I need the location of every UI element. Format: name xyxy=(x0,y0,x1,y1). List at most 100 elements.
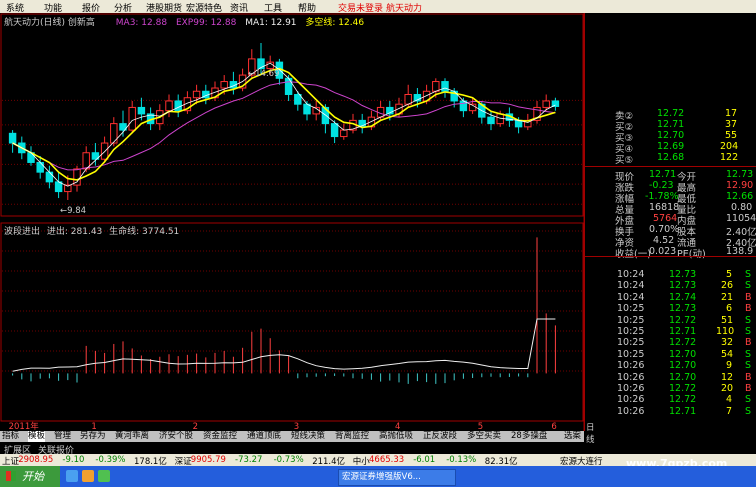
explorer-quicklaunch-icon[interactable] xyxy=(82,470,94,482)
candle-body xyxy=(36,161,44,173)
bid-row[interactable]: 买⑤ 12.68 122 xyxy=(585,152,756,166)
quote-cell: 12.66 xyxy=(726,191,754,202)
quote-cell: 5 xyxy=(726,269,733,280)
menu-bar: 系统 功能 报价 分析 港股期货 宏源特色 资讯 工具 帮助 交易未登录 航天动… xyxy=(0,0,756,14)
kline-chart[interactable]: 12.9212.1638.2%10.9419.1%9.7120000175001… xyxy=(0,13,584,431)
x-axis-label: 2 xyxy=(193,422,198,431)
quote-cell: 12.90 xyxy=(726,180,754,191)
indicator-tab[interactable]: 黄河乖离 xyxy=(115,431,149,442)
quote-cell: 26 xyxy=(721,280,734,292)
exp99-value: EXP99: 12.88 xyxy=(175,18,237,28)
indicator-tab[interactable]: 管理 xyxy=(54,431,71,442)
quote-cell: 11054 xyxy=(726,213,756,224)
quote-cell: 12 xyxy=(721,371,734,383)
stat-row[interactable]: 外盘 5764 内盘 11054 xyxy=(585,213,756,227)
candle-body xyxy=(542,100,550,108)
taskbar-item-hongyuan[interactable]: 宏源证券增强版V6... xyxy=(338,469,456,486)
stat-row[interactable]: 换手 0.70% 股本 2.40亿 xyxy=(585,224,756,238)
indicator-tab[interactable]: 正反波段 xyxy=(423,431,457,442)
quote-cell: 4.52 xyxy=(653,235,675,246)
tick-row[interactable]: 10:24 12.74 21 B xyxy=(585,292,756,303)
quote-cell: 12.72 xyxy=(669,337,697,349)
quote-cell: 12.73 xyxy=(669,280,697,292)
ie-quicklaunch-icon[interactable] xyxy=(66,470,78,482)
tick-row[interactable]: 10:25 12.70 54 S xyxy=(585,349,756,360)
quote-cell: 10:26 xyxy=(617,383,645,394)
indicator-tab[interactable]: 另存为 xyxy=(80,431,106,442)
candle-body xyxy=(220,81,228,89)
quote-cell: 55 xyxy=(725,130,738,141)
ma3-value: MA3: 12.88 xyxy=(115,18,168,28)
quote-cell: 12.74 xyxy=(669,291,697,303)
indicator-tab[interactable]: 多空买卖 xyxy=(467,431,501,442)
index-v: 9905.79 xyxy=(190,455,226,465)
quote-cell: S xyxy=(745,314,752,326)
tick-row[interactable]: 10:25 12.73 6 B xyxy=(585,303,756,314)
bid-row[interactable]: 买③ 12.70 55 xyxy=(585,130,756,144)
candle-body xyxy=(45,171,54,183)
index-p: -0.73% xyxy=(273,455,304,465)
bid-row[interactable]: 买④ 12.69 204 xyxy=(585,141,756,155)
tick-row[interactable]: 10:25 12.72 51 S xyxy=(585,315,756,326)
indicator-tab[interactable]: 资金监控 xyxy=(203,431,237,442)
tick-row[interactable]: 10:25 12.72 32 B xyxy=(585,337,756,348)
indicator-tabs: 指标 模板 管理 另存为 黄河乖离 济安个股 资金监控 通道顶底 短线决策 背离监控 高抛低吸 正反波… xyxy=(0,431,584,442)
bid-row[interactable]: 卖② 12.72 17 xyxy=(585,108,756,122)
low-annotation: ←9.84 xyxy=(60,206,87,216)
quote-cell: 6 xyxy=(726,303,733,315)
quote-cell: 7 xyxy=(726,405,733,417)
quote-cell: 122 xyxy=(720,152,739,163)
x-axis-label: 4 xyxy=(395,422,400,431)
indicator-shengming: 生命线: 3774.51 xyxy=(109,227,180,237)
sub-tabs: 扩展区 关联报价 xyxy=(0,442,584,456)
stat-row[interactable]: 总量 16818 量比 0.80 xyxy=(585,202,756,216)
stat-row[interactable]: 现价 12.71 今开 12.73 xyxy=(585,169,756,183)
index-p: -0.39% xyxy=(95,455,126,465)
quote-cell: 12.70 xyxy=(669,371,697,383)
indicator-tab[interactable]: 高抛低吸 xyxy=(379,431,413,442)
quote-cell: 17 xyxy=(725,108,738,119)
quote-cell: S xyxy=(745,394,752,406)
app-quicklaunch-icon[interactable] xyxy=(98,470,110,482)
quote-cell: B xyxy=(745,383,752,394)
tick-row[interactable]: 10:26 12.72 20 B xyxy=(585,383,756,394)
quote-cell: -1.78% xyxy=(645,191,679,202)
start-button[interactable]: 开始 xyxy=(0,466,60,487)
tick-row[interactable]: 10:26 12.70 12 B xyxy=(585,372,756,383)
indicator-tab[interactable]: 模板 xyxy=(28,431,46,442)
quote-separator xyxy=(585,166,756,167)
bid-row[interactable]: 买② 12.71 37 xyxy=(585,119,756,133)
stat-row[interactable]: 净资 4.52 流通 2.40亿 xyxy=(585,235,756,249)
candle-body xyxy=(174,100,182,112)
tick-row[interactable]: 10:24 12.73 26 S xyxy=(585,280,756,291)
tick-row[interactable]: 10:26 12.72 4 S xyxy=(585,394,756,405)
quote-cell: -0.23 xyxy=(649,180,674,191)
tick-row[interactable]: 10:26 12.71 7 S xyxy=(585,406,756,417)
ma1-value: MA1: 12.91 xyxy=(245,18,297,28)
quote-cell: 4 xyxy=(726,394,733,406)
stat-row[interactable]: 涨跌 -0.23 最高 12.90 xyxy=(585,180,756,194)
tick-row[interactable]: 10:25 12.71 110 S xyxy=(585,326,756,337)
quote-cell: S xyxy=(745,326,752,337)
indicator-tab[interactable]: 济安个股 xyxy=(159,431,193,442)
tick-row[interactable]: 10:24 12.73 5 S xyxy=(585,269,756,280)
chart-area[interactable]: 12.9212.1638.2%10.9419.1%9.7120000175001… xyxy=(0,13,595,445)
quote-cell: 10:25 xyxy=(617,326,645,337)
candle-body xyxy=(340,129,348,138)
indicator-tab[interactable]: 短线决策 xyxy=(291,431,325,442)
quote-cell: 12.69 xyxy=(657,141,685,152)
quote-cell: 0.80 xyxy=(731,202,753,213)
quote-cell: 10:26 xyxy=(617,360,645,372)
quote-cell: 51 xyxy=(721,314,734,326)
quote-cell: 21 xyxy=(721,291,734,303)
indicator-tab[interactable]: 选案 xyxy=(564,431,581,442)
indicator-tab[interactable]: 28多操盘 xyxy=(511,431,547,442)
indicator-tab[interactable]: 通道顶底 xyxy=(247,431,281,442)
quote-cell: 10:24 xyxy=(617,280,645,292)
stat-row[interactable]: 涨幅 -1.78% 最低 12.66 xyxy=(585,191,756,205)
indicator-tab[interactable]: 背离监控 xyxy=(335,431,369,442)
indicator-tab[interactable]: 指标 xyxy=(2,431,19,442)
quote-cell: 收益(一) xyxy=(615,249,651,260)
tick-row[interactable]: 10:26 12.70 9 S xyxy=(585,360,756,371)
index-c: -6.01 xyxy=(413,455,436,465)
